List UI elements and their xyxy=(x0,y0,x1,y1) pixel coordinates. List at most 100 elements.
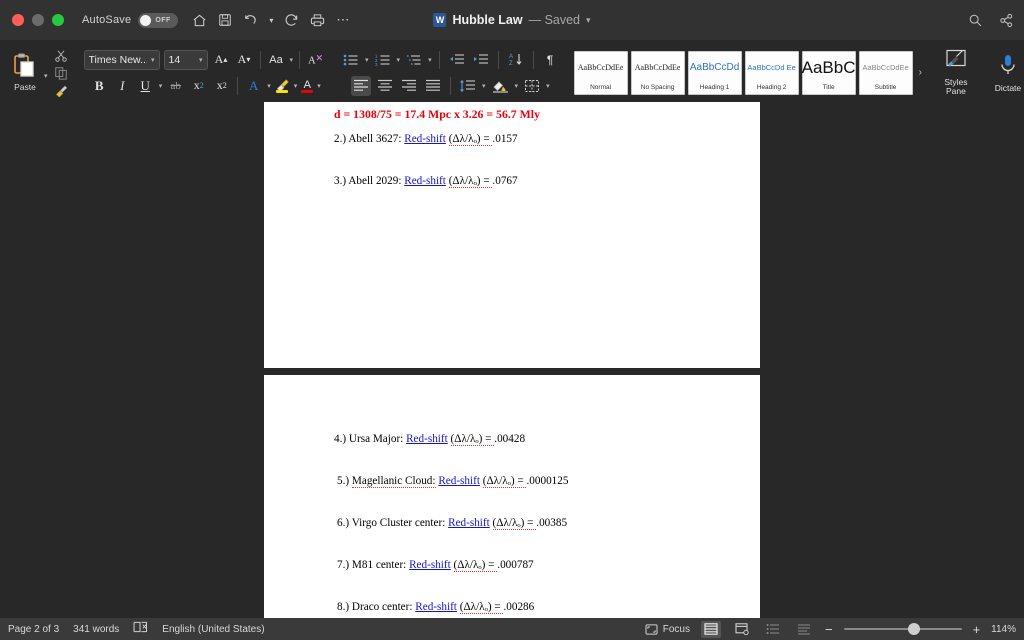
style-label: Normal xyxy=(590,83,612,91)
zoom-window-button[interactable] xyxy=(52,14,64,26)
word-count[interactable]: 341 words xyxy=(73,624,119,635)
entry-redshift-link[interactable]: Red-shift xyxy=(448,517,490,529)
style-heading-2[interactable]: AaBbCcDd Ee Heading 2 xyxy=(744,50,799,95)
style-heading-1[interactable]: AaBbCcDd Heading 1 xyxy=(687,50,742,95)
chevron-down-icon: ▾ xyxy=(151,56,155,64)
decrease-indent-icon[interactable] xyxy=(447,50,467,70)
autosave-toggle[interactable]: OFF xyxy=(138,12,179,28)
show-marks-icon[interactable]: ¶ xyxy=(541,50,560,70)
italic-button[interactable]: I xyxy=(113,76,132,96)
align-center-icon[interactable] xyxy=(375,76,395,96)
entry-redshift-link[interactable]: Red-shift xyxy=(415,601,457,613)
page-indicator[interactable]: Page 2 of 3 xyxy=(8,624,59,635)
search-icon[interactable] xyxy=(968,13,983,28)
copy-icon[interactable] xyxy=(54,66,68,80)
document-page-2[interactable]: 4.) Ursa Major: Red-shift (Δλ/λₒ) = .004… xyxy=(264,375,760,618)
clear-formatting-button[interactable]: A xyxy=(306,50,327,70)
outline-view-button[interactable] xyxy=(763,621,783,638)
paragraph-group: ▾ 123 ▾ ▾ AZ ¶ ▾ ▾ ▾ xyxy=(337,43,560,102)
document-page-1[interactable]: d = 1308/75 = 17.4 Mpc x 3.26 = 56.7 Mly… xyxy=(264,102,760,368)
redo-icon[interactable] xyxy=(284,13,299,28)
shading-icon[interactable] xyxy=(490,76,511,96)
undo-chevron-down-icon[interactable]: ▾ xyxy=(269,16,273,25)
strikethrough-button[interactable]: ab xyxy=(166,76,185,96)
bullets-icon[interactable] xyxy=(341,50,361,70)
style-no-spacing[interactable]: AaBbCcDdEe No Spacing xyxy=(630,50,685,95)
borders-icon[interactable] xyxy=(522,76,542,96)
close-window-button[interactable] xyxy=(12,14,24,26)
text-effects-button[interactable]: A xyxy=(244,76,263,96)
increase-indent-icon[interactable] xyxy=(471,50,491,70)
highlight-color-bar xyxy=(276,89,289,93)
proofing-errors-icon[interactable] xyxy=(133,620,148,638)
zoom-knob[interactable] xyxy=(908,623,921,635)
highlight-chevron-down-icon[interactable]: ▾ xyxy=(294,82,298,90)
format-painter-icon[interactable] xyxy=(54,83,68,97)
cut-scissors-icon[interactable] xyxy=(54,49,68,63)
style-subtitle[interactable]: AaBbCcDdEe Subtitle xyxy=(858,50,913,95)
title-chevron-down-icon[interactable]: ▾ xyxy=(586,15,591,26)
numbering-chevron-down-icon[interactable]: ▾ xyxy=(397,56,401,64)
save-icon[interactable] xyxy=(218,13,232,27)
bullets-chevron-down-icon[interactable]: ▾ xyxy=(365,56,369,64)
home-icon[interactable] xyxy=(192,13,207,28)
style-label: Heading 1 xyxy=(699,83,730,91)
print-layout-view-button[interactable] xyxy=(700,620,721,638)
grow-font-button[interactable]: A ▴ xyxy=(212,50,231,70)
entry-redshift-link[interactable]: Red-shift xyxy=(438,475,480,487)
document-canvas[interactable]: d = 1308/75 = 17.4 Mpc x 3.26 = 56.7 Mly… xyxy=(0,102,1024,618)
multilevel-chevron-down-icon[interactable]: ▾ xyxy=(428,56,432,64)
entry-redshift-link[interactable]: Red-shift xyxy=(409,559,451,571)
zoom-track xyxy=(843,628,962,630)
superscript-button[interactable]: x2 xyxy=(212,76,231,96)
draft-view-button[interactable] xyxy=(794,621,814,638)
styles-pane-button[interactable]: Styles Pane xyxy=(935,49,977,96)
align-right-icon[interactable] xyxy=(399,76,419,96)
change-case-chevron-down-icon[interactable]: ▾ xyxy=(290,56,294,64)
align-left-icon[interactable] xyxy=(351,75,372,96)
font-family-combo[interactable]: Times New... ▾ xyxy=(83,49,160,70)
text-effects-chevron-down-icon[interactable]: ▾ xyxy=(267,82,271,90)
zoom-out-button[interactable]: − xyxy=(825,622,833,637)
shading-chevron-down-icon[interactable]: ▾ xyxy=(515,82,519,90)
language-indicator[interactable]: English (United States) xyxy=(162,624,264,635)
more-commands-icon[interactable]: ⋯ xyxy=(336,13,350,26)
zoom-level[interactable]: 114% xyxy=(991,624,1016,635)
minimize-window-button[interactable] xyxy=(32,14,44,26)
change-case-button[interactable]: Aa xyxy=(267,50,286,70)
paste-chevron-down-icon[interactable]: ▾ xyxy=(44,72,48,80)
justify-icon[interactable] xyxy=(423,76,443,96)
underline-chevron-down-icon[interactable]: ▾ xyxy=(159,82,163,90)
style-title[interactable]: AaBbC Title xyxy=(801,50,856,95)
entry-redshift-link[interactable]: Red-shift xyxy=(404,133,446,145)
multilevel-list-icon[interactable] xyxy=(404,50,424,70)
focus-mode-button[interactable]: Focus xyxy=(645,624,690,635)
line-spacing-chevron-down-icon[interactable]: ▾ xyxy=(482,82,486,90)
web-layout-view-button[interactable] xyxy=(732,621,752,638)
font-size-combo[interactable]: 14 ▾ xyxy=(163,49,208,70)
line-spacing-icon[interactable] xyxy=(458,76,478,96)
print-icon[interactable] xyxy=(310,13,325,28)
entry-redshift-link[interactable]: Red-shift xyxy=(406,433,448,445)
subscript-button[interactable]: x2 xyxy=(189,76,208,96)
styles-gallery-more-chevron-icon[interactable]: › xyxy=(916,67,925,78)
text-highlight-button[interactable] xyxy=(275,76,290,96)
sort-icon[interactable]: AZ xyxy=(506,50,526,70)
entry-redshift-link[interactable]: Red-shift xyxy=(404,175,446,187)
bold-button[interactable]: B xyxy=(90,76,109,96)
style-normal[interactable]: AaBbCcDdEe Normal xyxy=(573,50,628,95)
share-icon[interactable] xyxy=(999,13,1014,28)
shrink-font-button[interactable]: A ▾ xyxy=(235,50,254,70)
paste-button[interactable]: Paste xyxy=(8,53,42,92)
zoom-slider[interactable] xyxy=(843,622,962,636)
autosave-control[interactable]: AutoSave OFF xyxy=(82,12,179,28)
numbering-icon[interactable]: 123 xyxy=(373,50,393,70)
zoom-in-button[interactable]: + xyxy=(973,622,981,637)
undo-icon[interactable] xyxy=(243,13,258,28)
dictate-button[interactable]: Dictate xyxy=(987,53,1024,93)
underline-button[interactable]: U xyxy=(136,76,155,96)
font-color-chevron-down-icon[interactable]: ▾ xyxy=(317,82,321,90)
borders-chevron-down-icon[interactable]: ▾ xyxy=(546,82,550,90)
font-color-button[interactable]: A xyxy=(301,76,314,96)
entry-name: Virgo Cluster center: xyxy=(351,517,446,529)
